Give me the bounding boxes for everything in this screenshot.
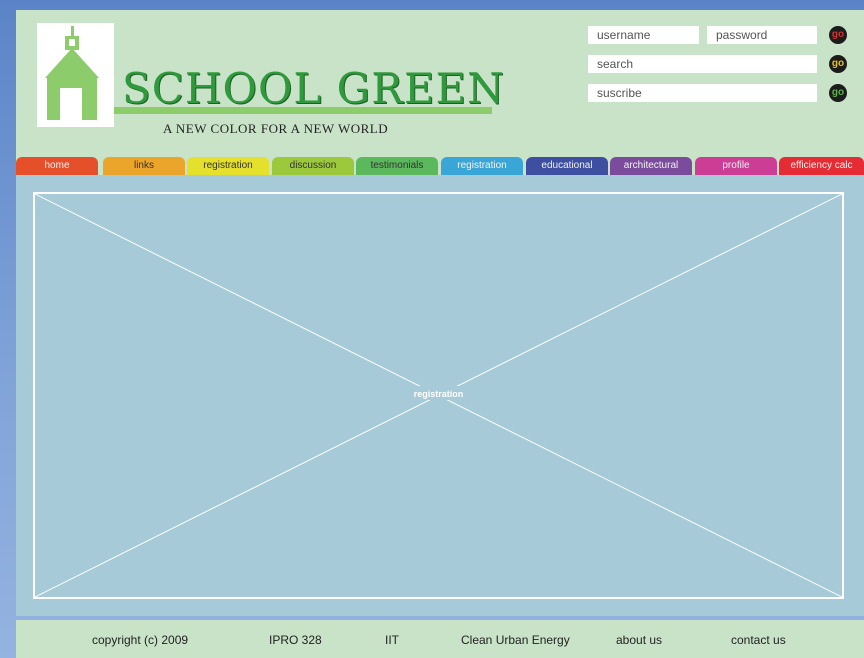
content-area: registration	[16, 175, 864, 616]
tab-educational[interactable]: educational	[526, 157, 608, 175]
footer-link-ipro[interactable]: IPRO 328	[269, 633, 322, 647]
footer-link-clean-urban-energy[interactable]: Clean Urban Energy	[461, 633, 570, 647]
tab-links[interactable]: links	[103, 157, 185, 175]
main-nav: home links registration discussion testi…	[16, 157, 864, 175]
login-go-button[interactable]: go	[829, 26, 847, 44]
tab-testimonials[interactable]: testimonials	[356, 157, 438, 175]
search-input[interactable]: search	[588, 55, 817, 73]
password-field[interactable]: password	[707, 26, 817, 44]
tab-profile[interactable]: profile	[695, 157, 777, 175]
header-panel: SCHOOL GREEN A NEW COLOR FOR A NEW WORLD…	[16, 10, 864, 175]
tab-home[interactable]: home	[16, 157, 98, 175]
schoolhouse-logo[interactable]	[37, 23, 114, 127]
subscribe-go-button[interactable]: go	[829, 84, 847, 102]
tab-registration[interactable]: registration	[187, 157, 269, 175]
site-title[interactable]: SCHOOL GREEN	[122, 68, 505, 110]
footer-link-contact-us[interactable]: contact us	[731, 633, 786, 647]
tab-efficiency-calc[interactable]: efficiency calc	[779, 157, 864, 175]
registration-placeholder: registration	[33, 192, 844, 599]
username-field[interactable]: username	[588, 26, 699, 44]
footer-link-iit[interactable]: IIT	[385, 633, 399, 647]
subscribe-input[interactable]: suscribe	[588, 84, 817, 102]
placeholder-label: registration	[413, 389, 464, 399]
tab-discussion[interactable]: discussion	[272, 157, 354, 175]
site-tagline: A NEW COLOR FOR A NEW WORLD	[163, 121, 389, 136]
footer: copyright (c) 2009 IPRO 328 IIT Clean Ur…	[16, 620, 864, 658]
schoolhouse-icon	[45, 26, 99, 120]
tab-architectural[interactable]: architectural	[610, 157, 692, 175]
tab-registration-2[interactable]: registration	[441, 157, 523, 175]
footer-copyright: copyright (c) 2009	[92, 633, 189, 647]
footer-link-about-us[interactable]: about us	[616, 633, 662, 647]
search-go-button[interactable]: go	[829, 55, 847, 73]
